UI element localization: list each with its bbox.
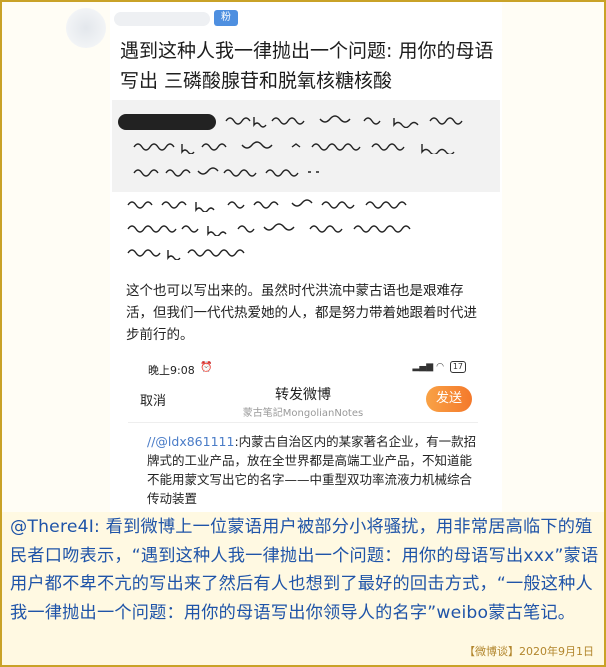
- source-tag: 【微博谈】2020年9月1日: [464, 645, 594, 658]
- wifi-icon: ◠: [436, 362, 444, 372]
- mongolian-script-line: [132, 140, 492, 154]
- post-body-text: 这个也可以写出来的。虽然时代洪流中蒙古语也是艰难存活，但我们一代代热爱她的人，都…: [126, 283, 477, 343]
- mongolian-script-line: [126, 198, 426, 212]
- battery-icon: 17: [449, 361, 466, 373]
- username-blurred[interactable]: [114, 12, 210, 26]
- mongolian-script-line: [126, 222, 456, 236]
- repost-text: //@ldx861111:内蒙古自治区内的某家著名企业，有一款招牌式的工业产品，…: [147, 432, 477, 508]
- mention-link[interactable]: //@ldx861111: [147, 434, 234, 449]
- mongolian-script-line: [132, 166, 372, 178]
- image-frame: 粉 遇到这种人我一律抛出一个问题: 用你的母语写出 三磷酸腺苷和脱氧核糖核酸 这…: [0, 0, 606, 667]
- repost-screen-header: 晚上9:08 ⏰ ▂▄▆ ◠ 17 取消 转发微博 蒙古笔記MongolianN…: [128, 356, 478, 423]
- avatar[interactable]: [66, 8, 106, 48]
- send-button[interactable]: 发送: [426, 386, 472, 412]
- caption-text: @There4I: 看到微博上一位蒙语用户被部分小将骚扰，用非常居高临下的殖民者…: [10, 517, 599, 623]
- redacted-username: [118, 114, 216, 130]
- post-text: 遇到这种人我一律抛出一个问题: 用你的母语写出 三磷酸腺苷和脱氧核糖核酸: [120, 40, 494, 92]
- repost-account-name: 蒙古笔記MongolianNotes: [242, 408, 364, 419]
- signal-icon: ▂▄▆: [412, 362, 434, 372]
- alarm-icon: ⏰: [200, 362, 213, 373]
- status-bar-time: 晚上9:08: [148, 364, 195, 377]
- signal-battery-indicators: ▂▄▆ ◠ 17: [412, 361, 466, 373]
- mongolian-reply-box: [112, 100, 500, 192]
- mongolian-script-line: [224, 114, 494, 128]
- fan-badge: 粉: [214, 10, 238, 26]
- mongolian-script-line: [126, 246, 286, 260]
